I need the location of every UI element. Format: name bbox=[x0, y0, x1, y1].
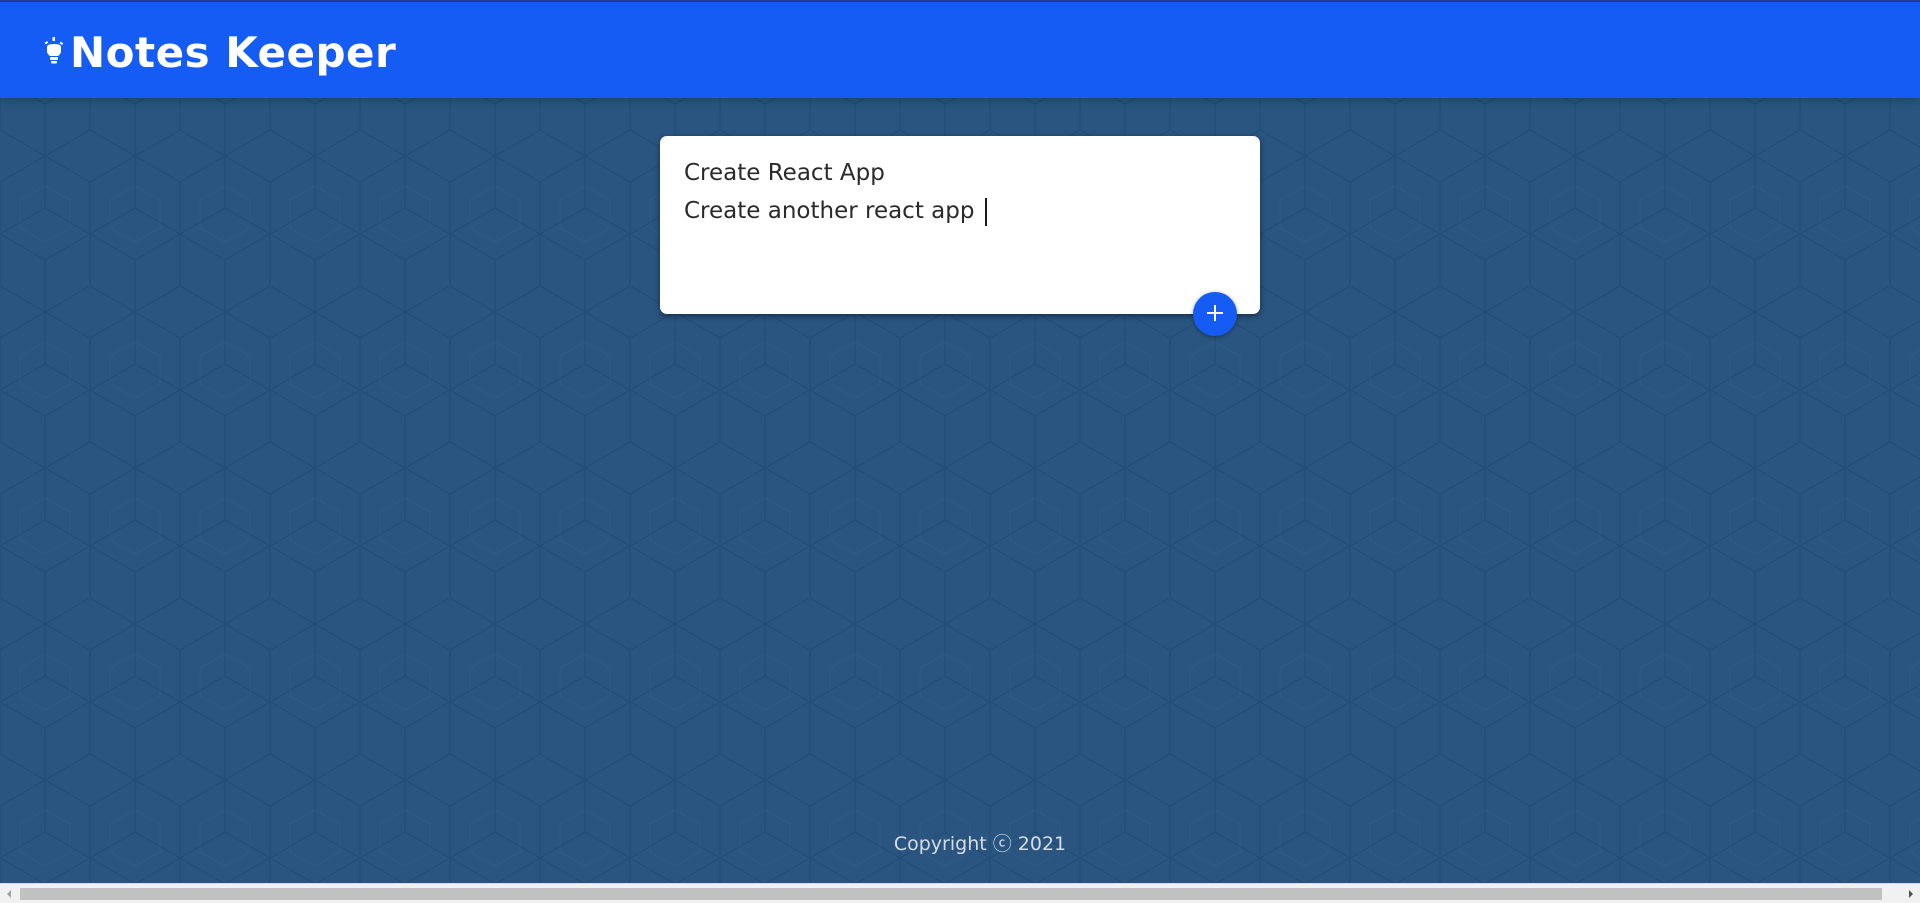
note-content-textarea[interactable]: Create another react app bbox=[684, 194, 1234, 294]
plus-icon bbox=[1205, 303, 1225, 326]
text-cursor bbox=[985, 198, 987, 226]
add-note-button[interactable] bbox=[1193, 292, 1237, 336]
lightbulb-icon bbox=[42, 34, 66, 70]
horizontal-scrollbar[interactable] bbox=[0, 883, 1920, 903]
app-logo: Notes Keeper bbox=[42, 26, 396, 78]
scroll-left-arrow-icon[interactable] bbox=[2, 888, 16, 900]
note-title-input[interactable] bbox=[684, 156, 1234, 190]
app-header: Notes Keeper bbox=[0, 0, 1920, 98]
page-footer: Copyright ⓒ 2021 bbox=[0, 829, 1920, 859]
copyright-text: Copyright ⓒ 2021 bbox=[893, 833, 1067, 855]
create-note-form: Create another react app bbox=[660, 136, 1260, 314]
app-title: Notes Keeper bbox=[70, 27, 397, 77]
scrollbar-thumb[interactable] bbox=[20, 888, 1882, 900]
scroll-right-arrow-icon[interactable] bbox=[1904, 888, 1918, 900]
